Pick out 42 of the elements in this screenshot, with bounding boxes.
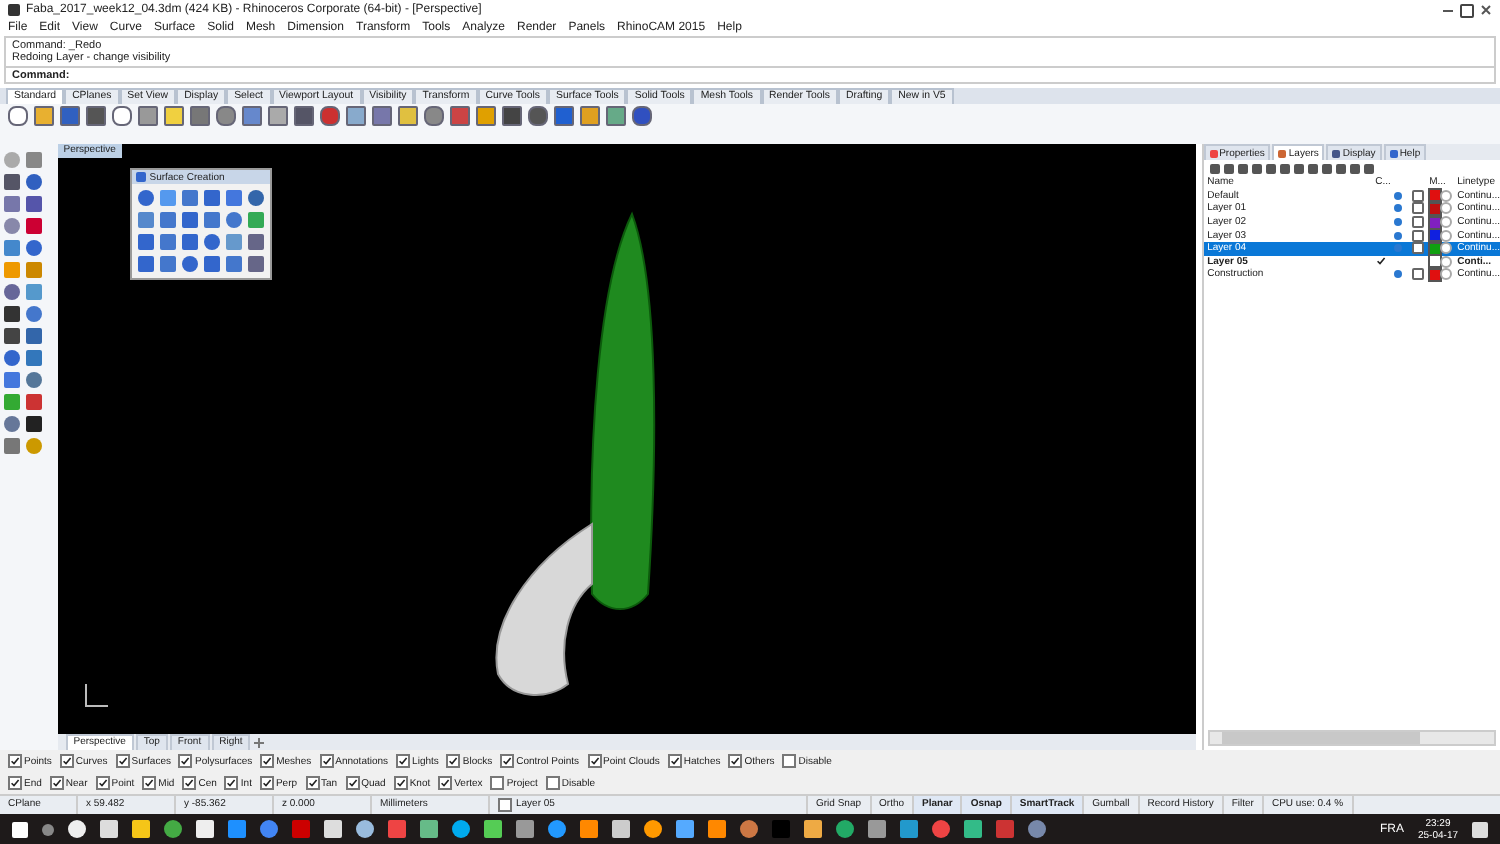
check-icon — [440, 778, 451, 788]
close-icon[interactable] — [1480, 4, 1492, 16]
notification-icon[interactable] — [1472, 821, 1488, 837]
check-icon — [1375, 256, 1386, 267]
check-icon — [61, 756, 72, 766]
minimize-icon[interactable] — [1442, 4, 1454, 16]
check-icon — [669, 756, 680, 766]
search-icon[interactable] — [42, 823, 54, 835]
check-icon — [226, 778, 237, 788]
check-icon — [347, 778, 358, 788]
check-icon — [51, 778, 62, 788]
start-icon[interactable] — [12, 821, 28, 837]
color-swatch[interactable] — [1429, 230, 1440, 241]
check-icon — [398, 756, 409, 766]
color-swatch[interactable] — [1429, 190, 1440, 201]
check-icon — [10, 778, 20, 788]
check-icon — [448, 756, 459, 766]
check-icon — [261, 778, 272, 788]
check-icon — [395, 778, 406, 788]
check-icon — [730, 756, 741, 766]
scrollbar[interactable] — [1207, 730, 1496, 746]
check-icon — [97, 778, 108, 788]
color-swatch[interactable] — [1429, 243, 1440, 254]
surface-icon — [135, 172, 146, 182]
color-swatch[interactable] — [1429, 203, 1440, 214]
restore-icon[interactable] — [1460, 3, 1474, 17]
app-icon — [8, 4, 20, 16]
check-icon — [10, 756, 20, 766]
check-icon — [307, 778, 318, 788]
color-swatch[interactable] — [1429, 256, 1440, 267]
color-swatch[interactable] — [1429, 217, 1440, 228]
check-icon — [144, 778, 155, 788]
color-swatch[interactable] — [1429, 269, 1440, 280]
add-icon[interactable] — [252, 735, 267, 749]
check-icon — [180, 756, 191, 766]
check-icon — [502, 756, 513, 766]
check-icon — [262, 756, 273, 766]
check-icon — [117, 756, 128, 766]
axis-icon — [81, 682, 110, 710]
check-icon — [321, 756, 332, 766]
check-icon — [184, 778, 195, 788]
check-icon — [589, 756, 600, 766]
